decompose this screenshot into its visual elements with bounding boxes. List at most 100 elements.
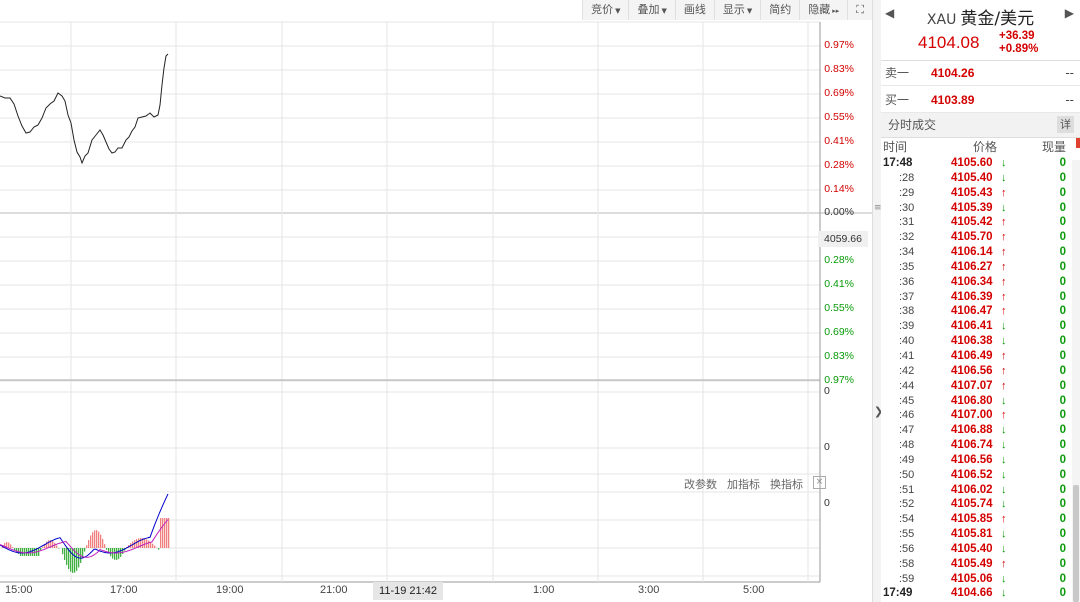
tick-price: 4105.06 [951,572,993,585]
indicator-bar [64,548,66,560]
tick-volume: 0 [1059,275,1066,288]
percent-axis-label: 0.69% [824,87,854,99]
tick-time: :54 [899,513,915,526]
arrow-up-icon: ↑ [1001,364,1007,377]
indicator-bar [10,544,12,548]
ticks-list[interactable]: 17:48 4105.60 ↓ 0:28 4105.40 ↓ 0:29 4105.43 ↑ 0:3… [881,156,1080,601]
fullscreen-icon[interactable]: ⛶ [847,0,872,20]
indicator-bar [122,548,124,555]
indicator-bar [38,548,40,556]
indicator-bar [32,548,34,556]
next-arrow-icon[interactable]: ▶ [1065,6,1074,20]
tick-price: 4104.66 [951,587,993,600]
bid-label: 买一 [885,93,910,107]
toolbar-button-label: 显示 [722,3,745,16]
tick-price: 4106.39 [951,290,993,303]
time-axis-label: 3:00 [638,584,660,596]
crosshair-time-label: 11-19 21:42 [373,582,443,600]
tick-price: 4107.00 [951,409,993,422]
percent-axis-label: 0.41% [824,135,854,147]
tick-volume: 0 [1059,557,1066,570]
percent-axis-label: 0.28% [824,159,854,171]
indicator-bar [90,535,92,548]
tick-row: :34 4106.14 ↑ 0 [881,245,1080,260]
ticks-scrollbar[interactable] [1072,160,1080,602]
percent-axis-label: 0.55% [824,302,854,314]
indicator-bar [154,545,156,548]
tick-row: :38 4106.47 ↑ 0 [881,304,1080,319]
close-icon[interactable]: × [813,476,826,489]
detail-button[interactable]: 详 [1057,116,1074,133]
toolbar-button[interactable]: 叠加 ▼ [628,0,675,20]
tick-price: 4106.41 [951,320,993,333]
add-indicator-button[interactable]: 加指标 [727,476,760,492]
indicator-bar [92,532,94,548]
tick-volume: 0 [1059,483,1066,496]
toolbar-button[interactable]: 显示 ▼ [713,0,761,20]
indicator-bar [98,531,100,548]
indicator-bar [96,530,98,548]
tick-time: :51 [899,483,915,496]
tick-volume: 0 [1059,379,1066,392]
tick-price: 4105.40 [951,542,993,555]
toolbar-button-label: 叠加 [637,3,660,16]
tick-time: :49 [899,453,915,466]
tick-price: 4106.02 [951,483,993,496]
tick-row: :40 4106.38 ↓ 0 [881,334,1080,349]
tick-price: 4106.80 [951,394,993,407]
intraday-chart[interactable]: 竞价 ▼ 叠加 ▼ 画线 显示 ▼ 简约 隐藏 ▸▸ ⛶ 0.97% 0.83% 0.69% 0.55% 0… [0,0,876,602]
indicator-bar [88,539,90,548]
indicator-bar [62,548,64,555]
tick-time: :31 [899,216,915,229]
percent-axis-label: 0.14% [824,183,854,195]
tick-volume: 0 [1059,216,1066,229]
tick-volume: 0 [1059,424,1066,437]
tick-price: 4106.14 [951,246,993,259]
percent-axis-label: 0.83% [824,350,854,362]
arrow-up-icon: ↑ [1001,349,1007,362]
tick-price: 4106.56 [951,453,993,466]
time-axis-label: 19:00 [216,584,244,596]
indicator-bar [114,548,116,560]
tick-time: :52 [899,498,915,511]
tick-row: :54 4105.85 ↑ 0 [881,512,1080,527]
ticks-section-title: 分时成交 [888,118,937,132]
price-change: +36.39 +0.89% [999,30,1038,56]
tick-volume: 0 [1059,320,1066,333]
col-price: 价格 [973,140,998,154]
chart-canvas[interactable] [0,0,876,602]
bid-price: 4103.89 [931,93,975,107]
arrow-up-icon: ↑ [1001,290,1007,303]
tick-row: :49 4106.56 ↓ 0 [881,453,1080,468]
scrollbar-thumb[interactable] [1073,485,1079,602]
tick-volume: 0 [1059,201,1066,214]
tick-price: 4105.43 [951,186,993,199]
toolbar-button-label: 画线 [683,3,706,16]
tick-time: :34 [899,246,915,259]
modify-params-button[interactable]: 改参数 [684,476,717,492]
toolbar-button[interactable]: 竞价 ▼ [582,0,629,20]
percent-axis-label: 0.28% [824,254,854,266]
arrow-up-icon: ↑ [1001,216,1007,229]
toolbar-button[interactable]: 画线 [674,0,714,20]
toolbar-button[interactable]: 隐藏 ▸▸ [799,0,848,20]
toolbar-button[interactable]: 简约 [760,0,800,20]
indicator-bar [144,538,146,548]
tick-price: 4107.07 [951,379,993,392]
change-indicator-button[interactable]: 换指标 [770,476,803,492]
indicator-bar [42,546,44,548]
indicator-bar [116,548,118,560]
tick-price: 4105.40 [951,171,993,184]
tick-volume: 0 [1059,171,1066,184]
indicator-bar [168,518,170,548]
tick-price: 4105.85 [951,513,993,526]
tick-volume: 0 [1059,409,1066,422]
percent-axis-label: 0.83% [824,63,854,75]
arrow-down-icon: ↓ [1001,572,1007,585]
tick-row: :50 4106.52 ↓ 0 [881,468,1080,483]
tick-price: 4106.52 [951,468,993,481]
percent-axis-label: 0.97% [824,39,854,51]
tick-row: 17:48 4105.60 ↓ 0 [881,156,1080,171]
arrow-down-icon: ↓ [1001,542,1007,555]
volume-axis-label: 0 [824,385,830,397]
